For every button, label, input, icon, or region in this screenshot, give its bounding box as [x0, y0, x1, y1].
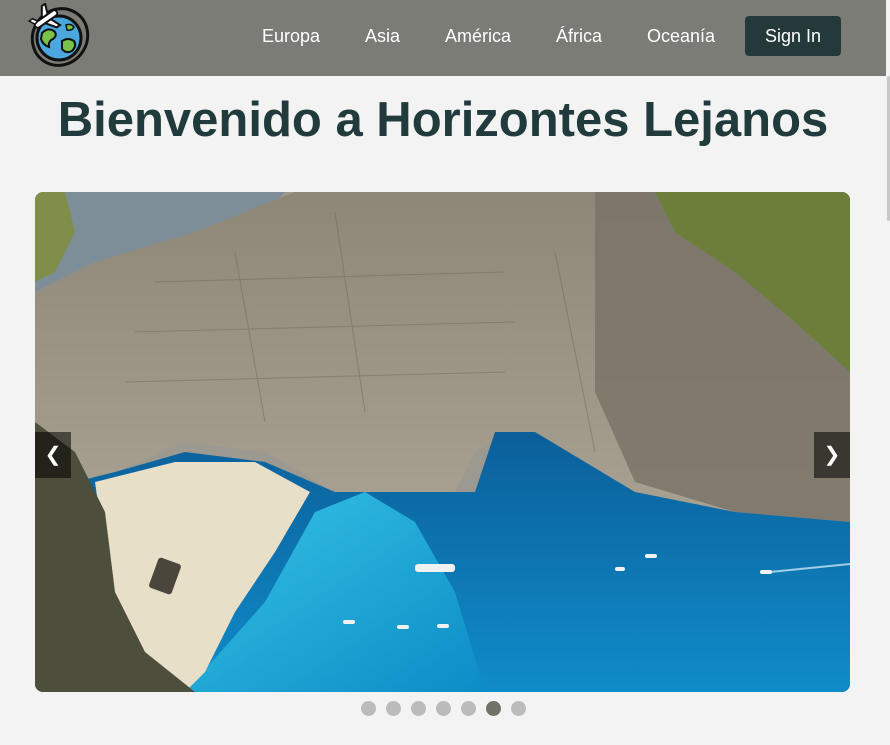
carousel-dot[interactable] [510, 701, 526, 716]
carousel-dot[interactable] [360, 701, 376, 716]
carousel-dot[interactable] [485, 701, 501, 716]
carousel-indicators [0, 701, 886, 716]
carousel-dot[interactable] [385, 701, 401, 716]
carousel-prev-button[interactable]: ❮ [35, 432, 71, 478]
top-nav-bar: Europa Asia América África Oceanía Sign … [0, 0, 886, 76]
nav-link-africa[interactable]: África [556, 25, 602, 47]
nav-link-america[interactable]: América [445, 25, 511, 47]
nav-link-oceania[interactable]: Oceanía [647, 25, 715, 47]
nav-link-europa[interactable]: Europa [262, 25, 320, 47]
nav-link-asia[interactable]: Asia [365, 25, 400, 47]
carousel-dot[interactable] [435, 701, 451, 716]
sign-in-button[interactable]: Sign In [745, 16, 841, 56]
globe-airplane-icon [27, 2, 90, 67]
image-carousel: ❮ ❯ [35, 192, 850, 692]
carousel-slide-image [35, 192, 850, 692]
globe-airplane-logo[interactable] [26, 2, 94, 69]
carousel-next-button[interactable]: ❯ [814, 432, 850, 478]
page-title: Bienvenido a Horizontes Lejanos [57, 93, 829, 147]
carousel-dot[interactable] [460, 701, 476, 716]
carousel-dot[interactable] [410, 701, 426, 716]
page: Europa Asia América África Oceanía Sign … [0, 0, 890, 745]
